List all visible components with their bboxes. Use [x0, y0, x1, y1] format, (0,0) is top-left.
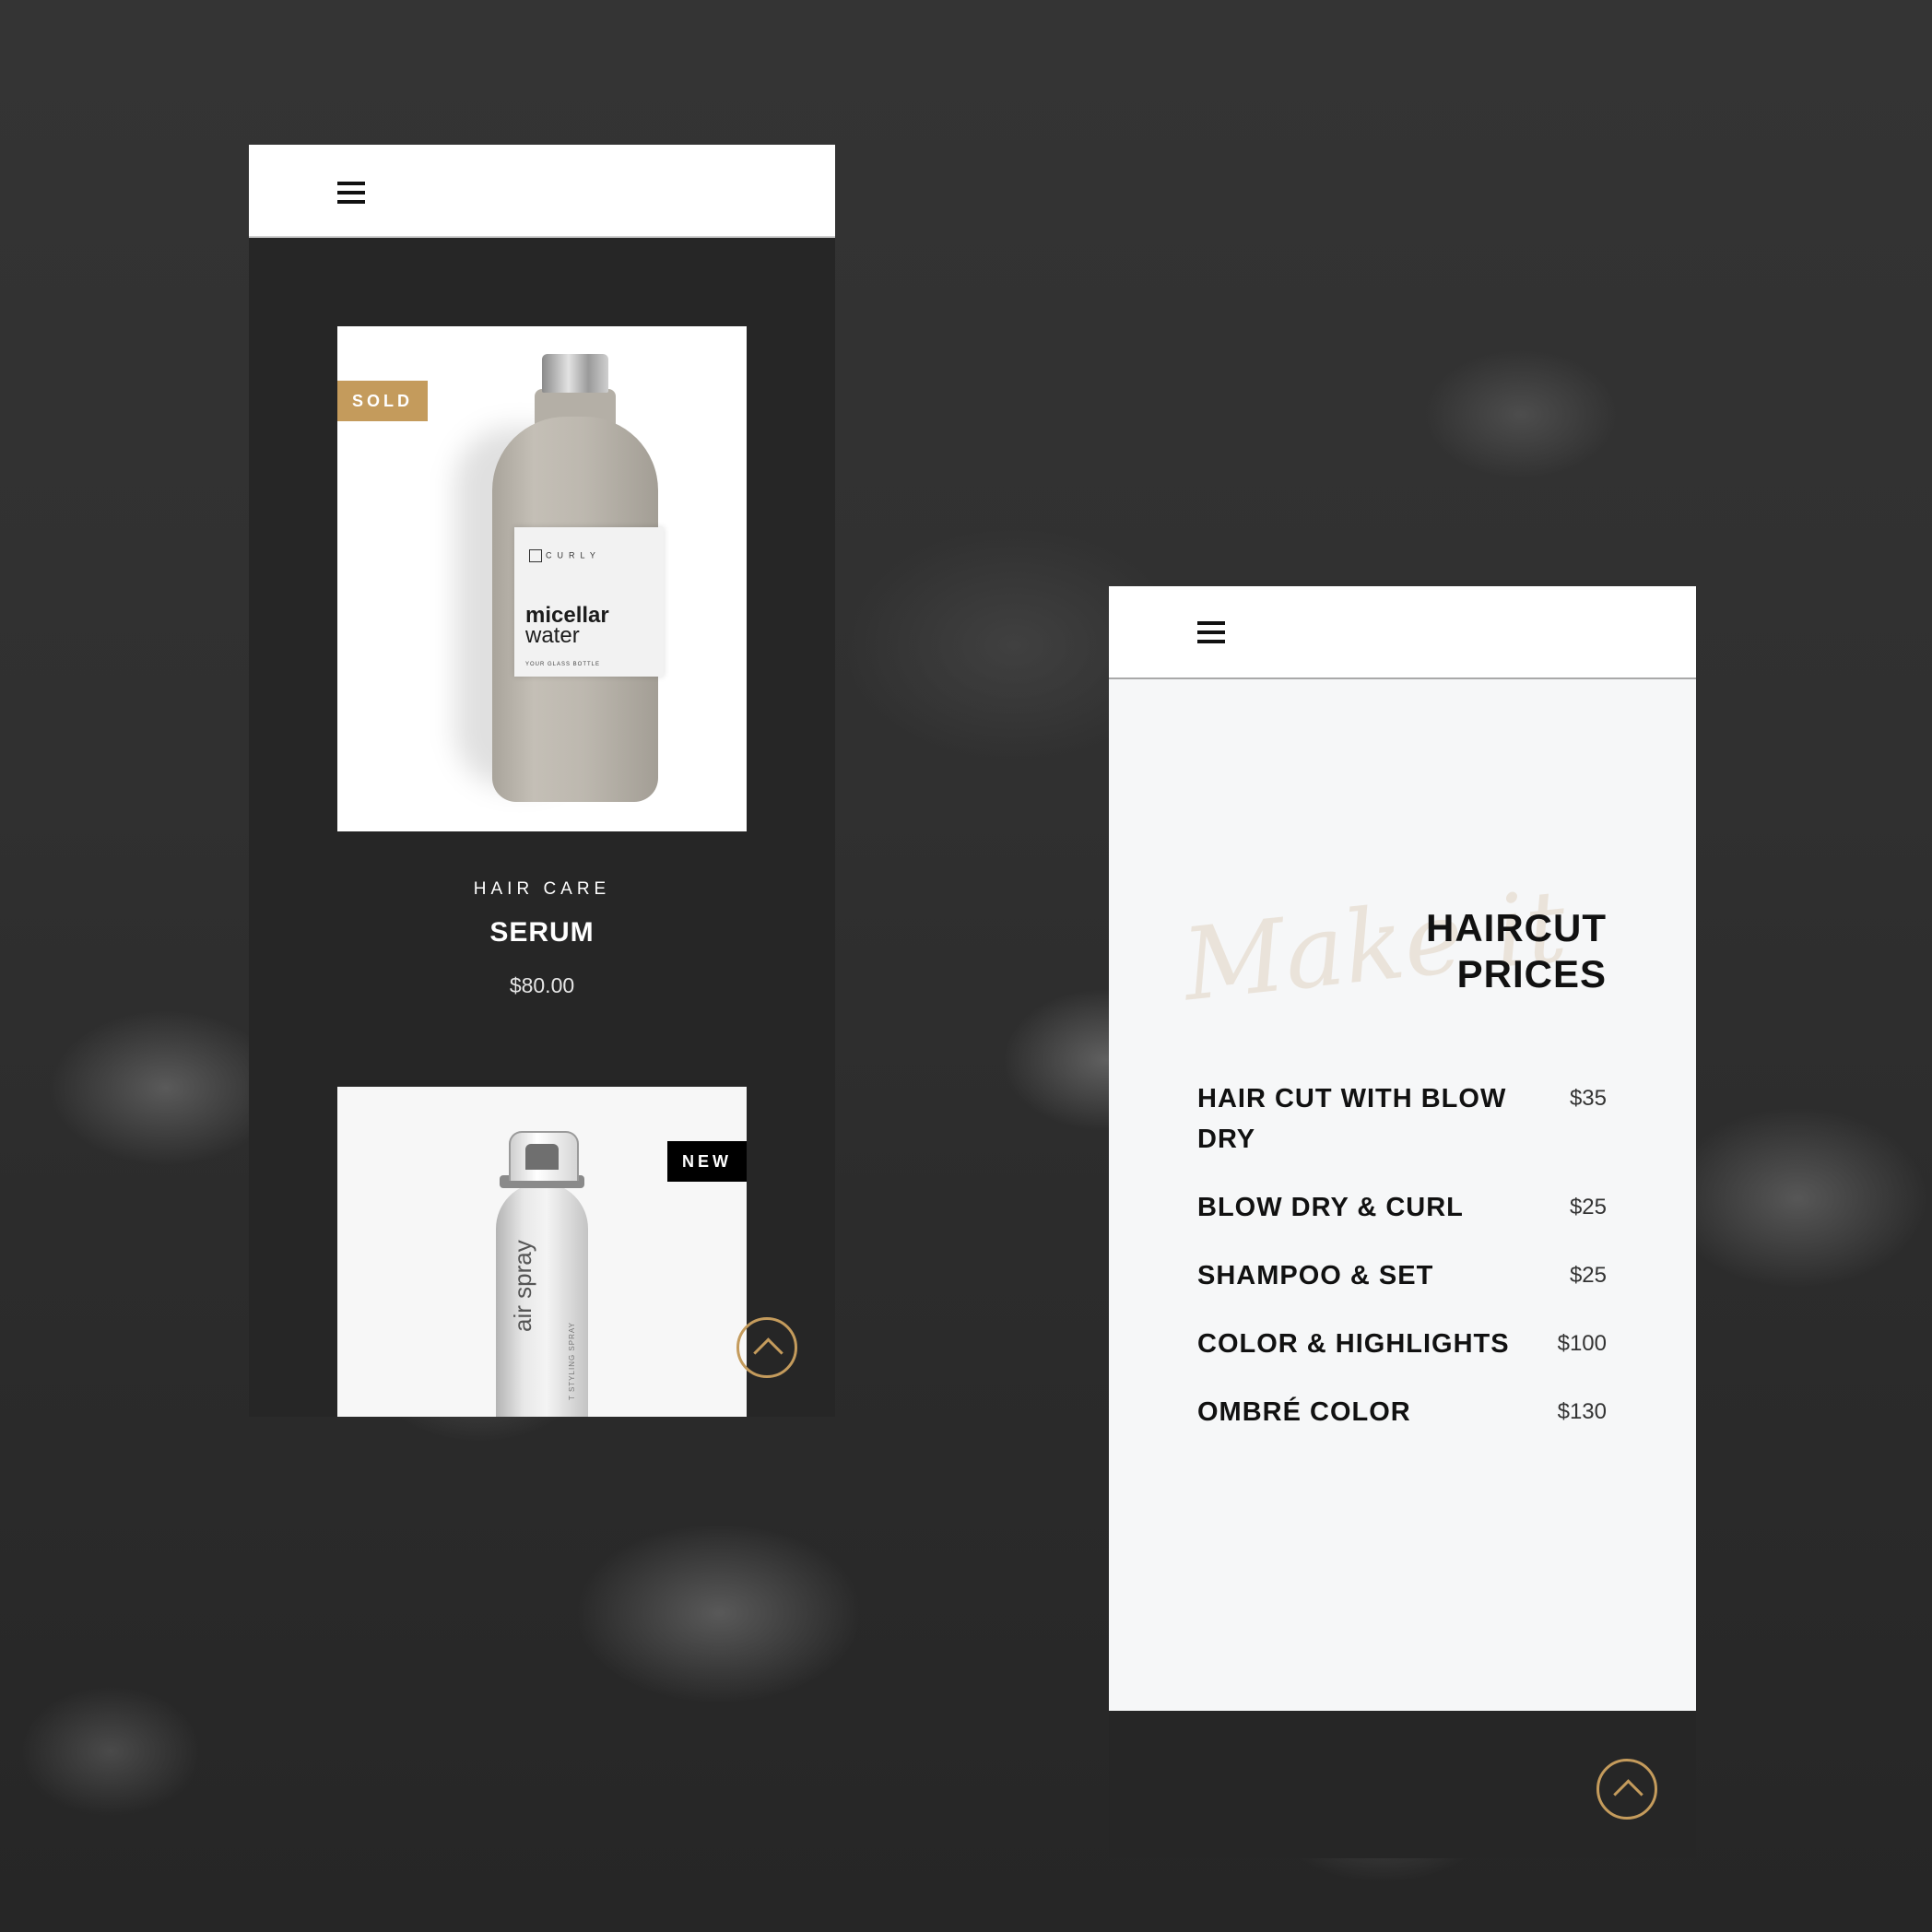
service-price: $25 — [1569, 1263, 1607, 1288]
spray-can-nozzle — [525, 1144, 559, 1170]
label-sub: YOUR GLASS BOTTLE — [525, 662, 601, 667]
product-image[interactable]: CURLY micellar water YOUR GLASS BOTTLE S… — [337, 326, 747, 831]
service-name: OMBRÉ COLOR — [1197, 1397, 1411, 1427]
service-price: $35 — [1569, 1086, 1607, 1111]
sold-badge: SOLD — [337, 381, 429, 421]
service-name: HAIR CUT WITH BLOW DRY — [1197, 1084, 1507, 1154]
price-row: SHAMPOO & SET $25 — [1197, 1255, 1607, 1296]
service-name: COLOR & HIGHLIGHTS — [1197, 1329, 1510, 1359]
hamburger-icon[interactable] — [1197, 621, 1225, 643]
hamburger-icon[interactable] — [337, 182, 365, 204]
product-name[interactable]: SERUM — [249, 917, 835, 948]
price-list: HAIR CUT WITH BLOW DRY $35 BLOW DRY & CU… — [1197, 1078, 1607, 1460]
service-price: $100 — [1557, 1331, 1607, 1356]
label-brand: CURLY — [529, 549, 601, 562]
price-row: COLOR & HIGHLIGHTS $100 — [1197, 1324, 1607, 1364]
product-image[interactable]: air spray T STYLING SPRAY NEW — [337, 1087, 747, 1417]
scroll-to-top-button[interactable] — [736, 1317, 797, 1378]
price-row: OMBRÉ COLOR $130 — [1197, 1392, 1607, 1432]
product-price: $80.00 — [509, 973, 575, 997]
title-line2: PRICES — [1456, 952, 1607, 995]
service-name: SHAMPOO & SET — [1197, 1261, 1434, 1290]
price-row: BLOW DRY & CURL $25 — [1197, 1187, 1607, 1228]
page-title: HAIRCUT PRICES — [1426, 905, 1607, 997]
header-bar — [1109, 586, 1696, 679]
title-line1: HAIRCUT — [1426, 906, 1607, 949]
service-name: BLOW DRY & CURL — [1197, 1193, 1464, 1222]
service-price: $25 — [1569, 1195, 1607, 1219]
can-label-sub: T STYLING SPRAY — [568, 1322, 576, 1400]
price-row: HAIR CUT WITH BLOW DRY $35 — [1197, 1078, 1607, 1160]
prices-screen: Make it HAIRCUT PRICES HAIR CUT WITH BLO… — [1109, 586, 1696, 1858]
label-line2: water — [525, 623, 580, 648]
can-label-text: air spray — [509, 1240, 536, 1332]
bottle-cap — [542, 354, 608, 393]
bottle-label: CURLY micellar water YOUR GLASS BOTTLE — [514, 527, 664, 677]
service-price: $130 — [1557, 1399, 1607, 1424]
product-category: HAIR CARE — [473, 879, 611, 899]
new-badge: NEW — [667, 1141, 747, 1182]
shop-screen: CURLY micellar water YOUR GLASS BOTTLE S… — [249, 145, 835, 1417]
scroll-to-top-button[interactable] — [1596, 1759, 1657, 1820]
header-bar — [249, 145, 835, 238]
